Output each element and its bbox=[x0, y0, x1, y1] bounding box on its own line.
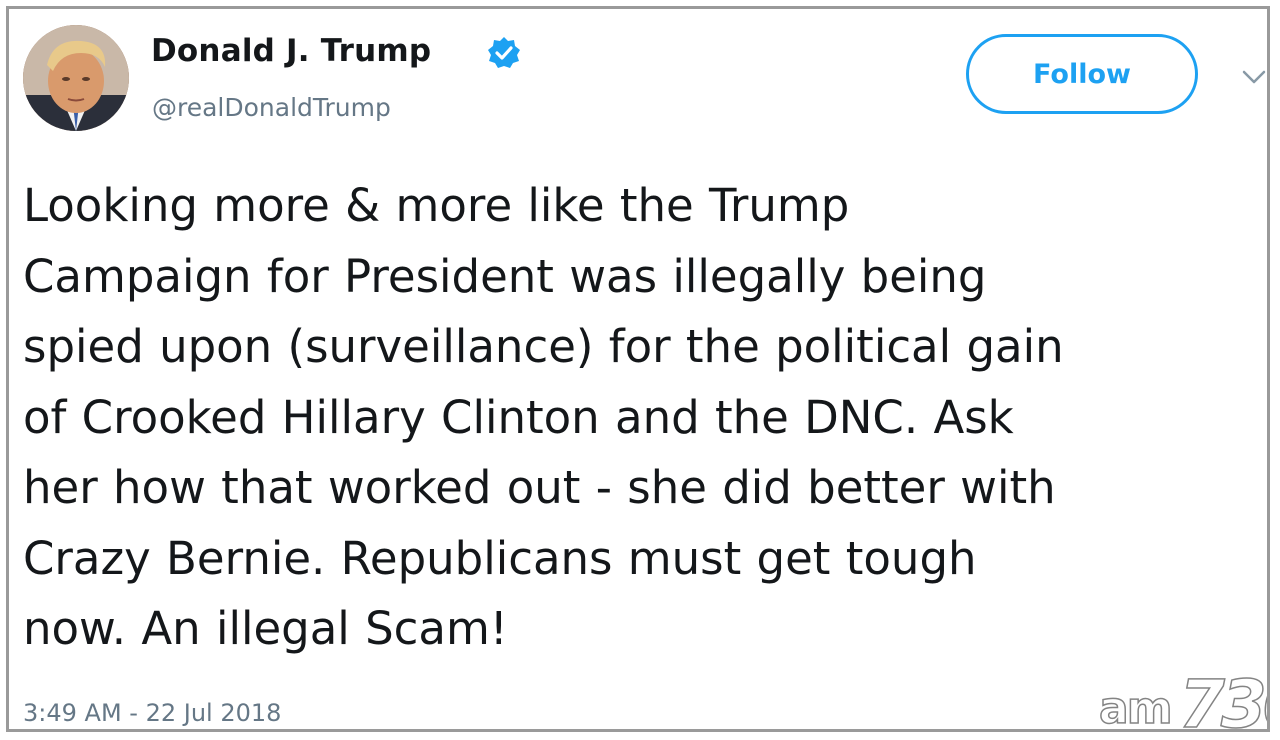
tweet-card: Donald J. Trump @realDonaldTrump Follow … bbox=[6, 6, 1270, 733]
svg-text:am: am bbox=[1099, 683, 1171, 733]
verified-badge-icon bbox=[488, 37, 520, 68]
author-handle[interactable]: @realDonaldTrump bbox=[152, 93, 391, 122]
am730-watermark-logo: am 730 bbox=[1098, 665, 1267, 733]
avatar[interactable] bbox=[23, 25, 129, 131]
author-name[interactable]: Donald J. Trump bbox=[151, 33, 431, 69]
follow-button[interactable]: Follow bbox=[966, 34, 1198, 114]
tweet-text: Looking more & more like the Trump Campa… bbox=[23, 179, 1064, 655]
chevron-down-icon[interactable] bbox=[1241, 67, 1267, 87]
svg-text:730: 730 bbox=[1179, 666, 1267, 733]
tweet-timestamp[interactable]: 3:49 AM - 22 Jul 2018 bbox=[23, 699, 281, 727]
avatar-photo bbox=[23, 25, 129, 131]
